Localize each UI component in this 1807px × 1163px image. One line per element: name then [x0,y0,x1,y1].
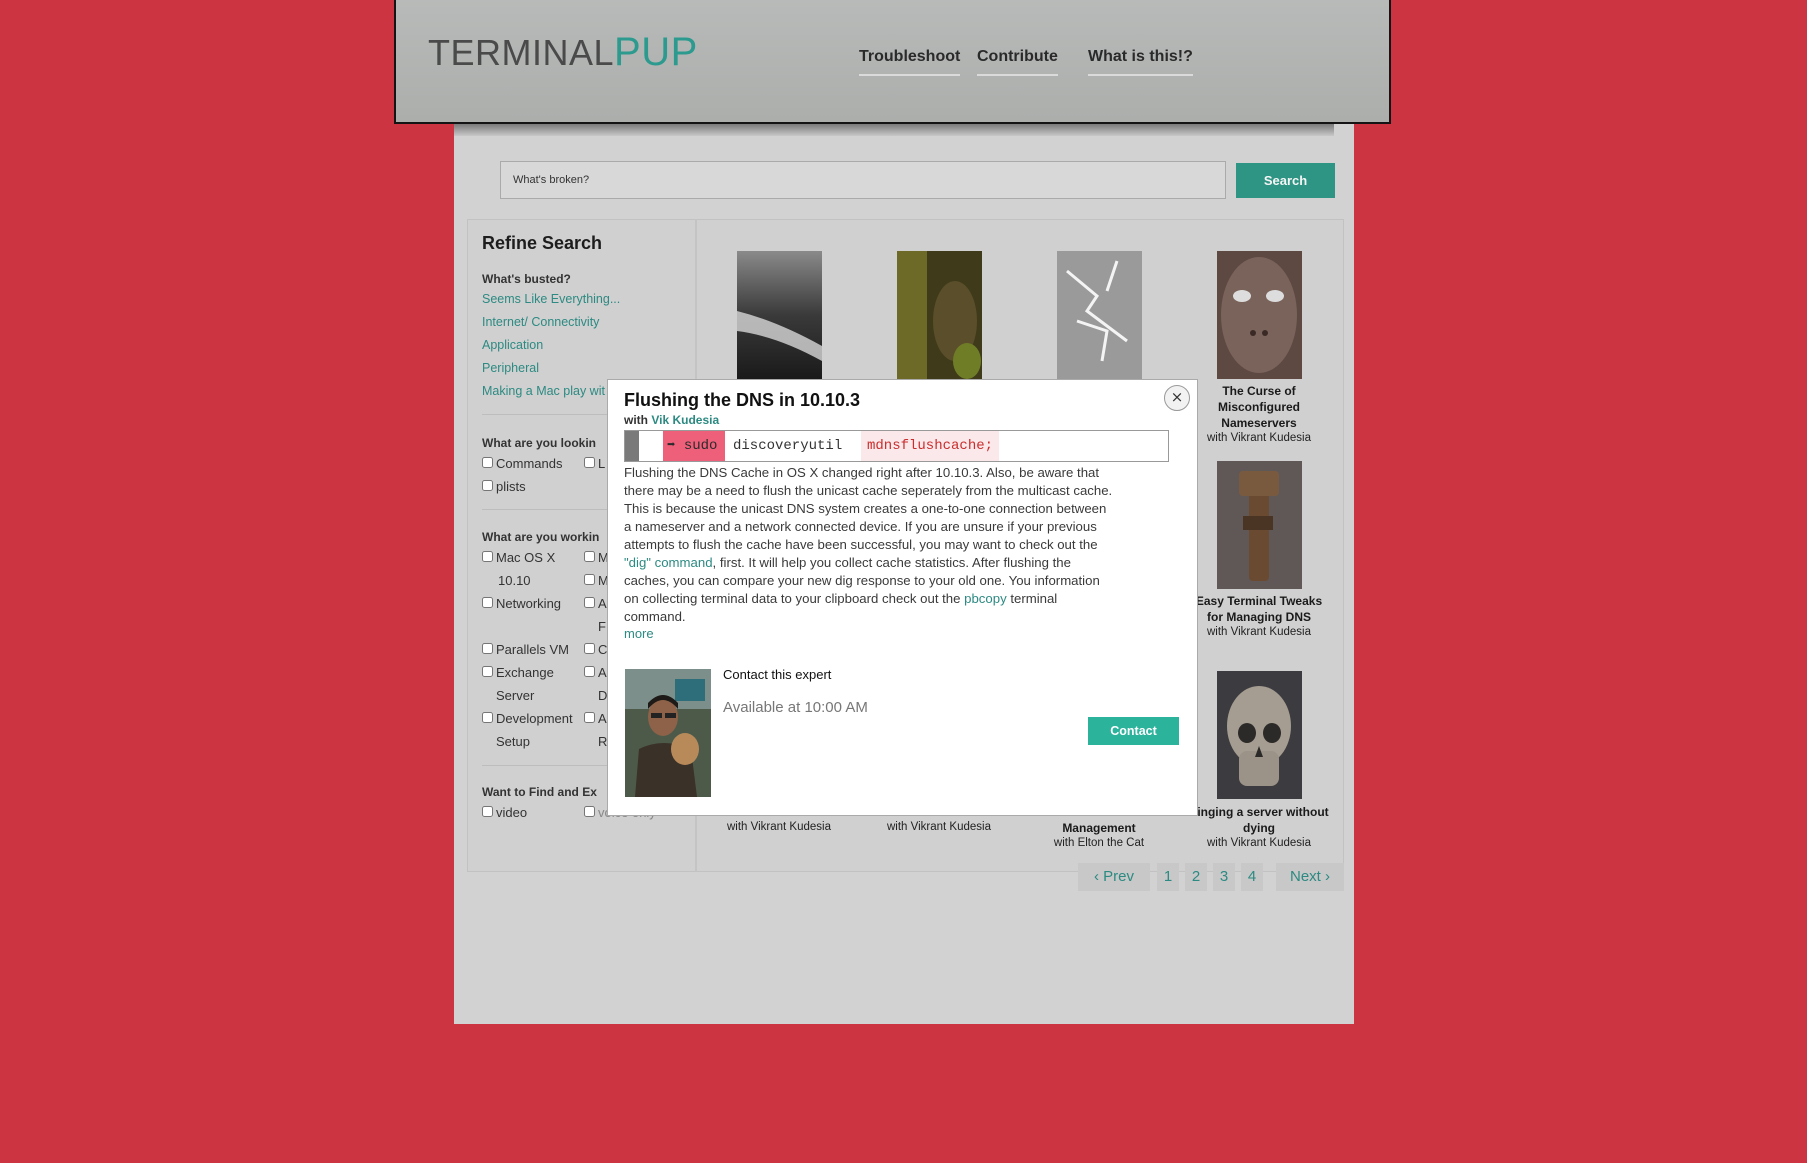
site-logo[interactable]: TERMINALPUP [428,30,698,75]
link-internet-connectivity[interactable]: Internet/ Connectivity [482,315,599,329]
modal-byline: with Vik Kudesia [624,413,720,427]
card-author: with Vikrant Kudesia [727,821,831,833]
checkbox-networking[interactable]: Networking [482,592,561,615]
nav-troubleshoot[interactable]: Troubleshoot [859,48,961,76]
more-link[interactable]: more [624,626,654,641]
pagination-page[interactable]: 4 [1241,863,1263,891]
command-grip [625,431,639,461]
checkbox-mac-os-x[interactable]: Mac OS X 10.10 [482,546,555,592]
pagination-page[interactable]: 1 [1157,863,1179,891]
checkbox-m1[interactable]: M [584,546,609,569]
working-heading: What are you workin [482,530,600,544]
site-header: TERMINALPUP Troubleshoot Contribute What… [394,0,1391,124]
checkbox-commands[interactable]: Commands [482,452,562,475]
checkbox-a1[interactable]: AF [584,592,607,638]
link-seems-like-everything[interactable]: Seems Like Everything... [482,292,620,306]
command-argument: mdnsflushcache; [861,431,1000,461]
nav-what-is-this[interactable]: What is this!? [1088,48,1193,76]
looking-heading: What are you lookin [482,436,597,450]
command-modal: Flushing the DNS in 10.10.3 with Vik Kud… [607,379,1198,816]
find-heading: Want to Find and Ex [482,785,597,799]
checkbox-a3[interactable]: AR [584,707,607,753]
card-image-beach[interactable] [737,251,822,379]
card-author: with Vikrant Kudesia [1207,432,1311,444]
checkbox-a2[interactable]: AD [584,661,607,707]
pagination-page[interactable]: 3 [1213,863,1235,891]
logo-text-pup: PUP [614,30,698,74]
modal-title: Flushing the DNS in 10.10.3 [624,390,861,410]
expert-avatar [625,669,711,797]
card-image-lightning[interactable] [1057,251,1142,379]
checkbox-l[interactable]: L [584,452,605,475]
search-button[interactable]: Search [1236,163,1335,198]
link-peripheral[interactable]: Peripheral [482,361,539,375]
search-input[interactable] [500,161,1226,199]
dig-command-link[interactable]: "dig" command [624,555,713,570]
header-shadow [454,124,1334,136]
checkbox-plists[interactable]: plists [482,475,526,498]
link-application[interactable]: Application [482,338,543,352]
contact-heading: Contact this expert [723,667,832,682]
contact-button[interactable]: Contact [1088,717,1179,745]
card-title[interactable]: Pinging a server without dying [1189,804,1329,836]
modal-description: Flushing the DNS Cache in OS X changed r… [624,465,1113,624]
nav-contribute[interactable]: Contribute [977,48,1058,76]
checkbox-exchange-server[interactable]: Exchange Server [482,661,554,707]
card-image-skull[interactable] [1217,671,1302,799]
checkbox-c1[interactable]: C [584,638,607,661]
checkbox-video[interactable]: video [482,801,527,824]
busted-heading: What's busted? [482,272,571,286]
card-author: with Elton the Cat [1053,837,1145,849]
close-button[interactable]: × [1164,385,1190,411]
card-title[interactable]: Management [1029,820,1169,836]
pagination-next[interactable]: Next › [1276,863,1344,891]
checkbox-m2[interactable]: M [584,569,609,592]
card-image-cat[interactable] [897,251,982,379]
command-sudo: ➡ sudo [663,431,725,461]
pagination-prev[interactable]: ‹ Prev [1078,863,1150,891]
link-making-a-mac-play[interactable]: Making a Mac play wit [482,384,605,398]
card-title[interactable]: The Curse of Misconfigured Nameservers [1189,383,1329,431]
pagination-page[interactable]: 2 [1185,863,1207,891]
command-tool: discoveryutil [733,438,843,454]
logo-text-terminal: TERMINAL [428,32,615,73]
card-title[interactable]: Easy Terminal Tweaks for Managing DNS [1189,593,1329,625]
card-author: with Vikrant Kudesia [887,821,991,833]
checkbox-parallels-vm[interactable]: Parallels VM [482,638,569,661]
command-bar[interactable]: ➡ sudo discoveryutil mdnsflushcache; [624,430,1169,462]
availability-text: Available at 10:00 AM [723,699,868,716]
card-author: with Vikrant Kudesia [1207,626,1311,638]
checkbox-development-setup[interactable]: Development Setup [482,707,573,753]
modal-author-link[interactable]: Vik Kudesia [651,413,719,427]
card-image-mask[interactable] [1217,251,1302,379]
refine-search-title: Refine Search [482,233,603,253]
card-author: with Vikrant Kudesia [1207,837,1311,849]
pbcopy-link[interactable]: pbcopy [964,591,1007,606]
card-image-wrench[interactable] [1217,461,1302,589]
